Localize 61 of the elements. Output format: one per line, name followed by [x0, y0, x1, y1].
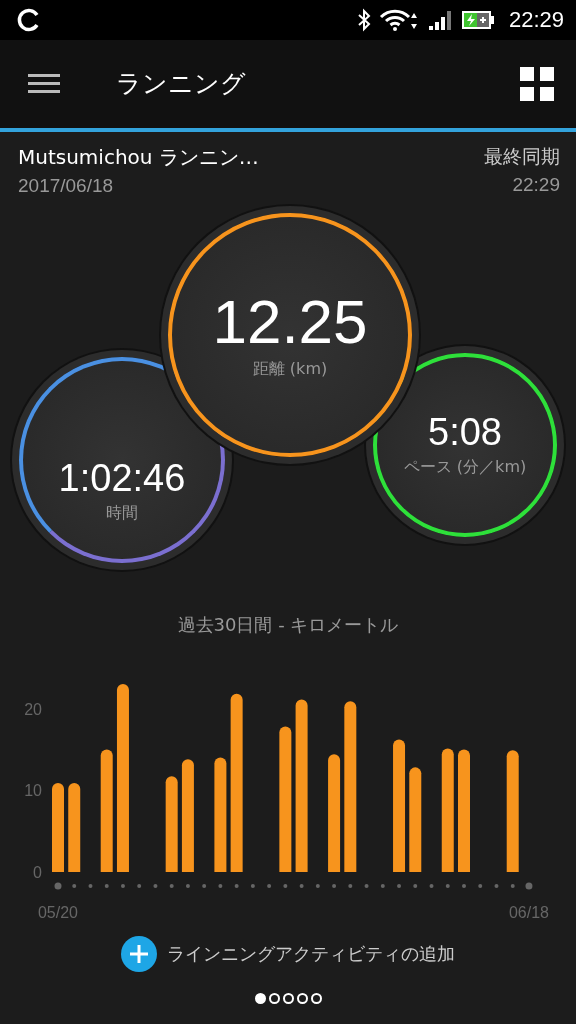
app-title: ランニング: [116, 68, 246, 101]
activity-date: 2017/06/18: [18, 174, 115, 197]
y-tick-label: 10: [24, 782, 42, 800]
page-dot[interactable]: [296, 992, 308, 1004]
day-dot: [429, 883, 434, 888]
x-tick-label: 05/20: [38, 903, 78, 921]
grid-icon[interactable]: [520, 66, 554, 101]
stat-label: ペース (分／km): [403, 456, 527, 478]
day-dot: [525, 882, 533, 890]
stat-value: 1:02:46: [58, 458, 186, 497]
day-dot: [218, 883, 223, 888]
day-dot: [413, 883, 418, 888]
activity-name: Mutsumichou ランニン…: [18, 143, 259, 171]
day-dot: [234, 883, 239, 888]
day-dot: [104, 883, 109, 888]
day-dot: [153, 883, 158, 888]
day-dot: [332, 883, 337, 888]
day-dot: [283, 883, 288, 888]
day-dot: [202, 883, 207, 888]
stat-value: 5:08: [428, 412, 502, 451]
day-dot: [397, 883, 402, 888]
day-dot: [267, 883, 272, 888]
stat-label: 距離 (km): [252, 358, 328, 380]
status-time: 22:29: [508, 6, 564, 33]
sync-label: 最終同期: [484, 143, 560, 169]
day-dot: [72, 883, 77, 888]
day-dot: [348, 883, 353, 888]
menu-icon[interactable]: [28, 72, 60, 95]
day-dot: [88, 883, 93, 888]
day-dot: [445, 883, 450, 888]
day-dot: [299, 883, 304, 888]
signal-icon: [426, 8, 453, 31]
day-dot: [380, 883, 385, 888]
wifi-icon: [378, 8, 419, 31]
page-dot[interactable]: [254, 992, 266, 1004]
y-tick-label: 20: [24, 700, 42, 718]
day-dot: [169, 883, 174, 888]
day-dot: [54, 882, 62, 890]
x-tick-label: 06/18: [508, 903, 549, 921]
day-dot: [315, 883, 320, 888]
page-dot[interactable]: [282, 992, 294, 1004]
day-dot: [364, 883, 369, 888]
add-activity-button[interactable]: ラインニングアクティビティの追加: [121, 935, 455, 972]
bluetooth-icon: [356, 7, 371, 32]
page-dot[interactable]: [310, 992, 322, 1004]
day-dot: [510, 883, 515, 888]
day-dot: [120, 883, 125, 888]
day-dot: [137, 883, 142, 888]
battery-charging-icon: [460, 8, 495, 31]
stat-label: 時間: [106, 502, 138, 524]
day-dot: [494, 883, 499, 888]
plus-icon: [121, 935, 157, 972]
sync-time: 22:29: [512, 173, 560, 196]
chart-title: 過去30日間 - キロメートル: [177, 612, 399, 637]
day-dot: [478, 883, 483, 888]
day-dot: [250, 883, 255, 888]
stat-value: 12.25: [212, 290, 368, 353]
y-tick-label: 0: [33, 863, 42, 881]
page-dot[interactable]: [268, 992, 280, 1004]
day-dot: [462, 883, 466, 888]
day-dot: [185, 883, 190, 888]
